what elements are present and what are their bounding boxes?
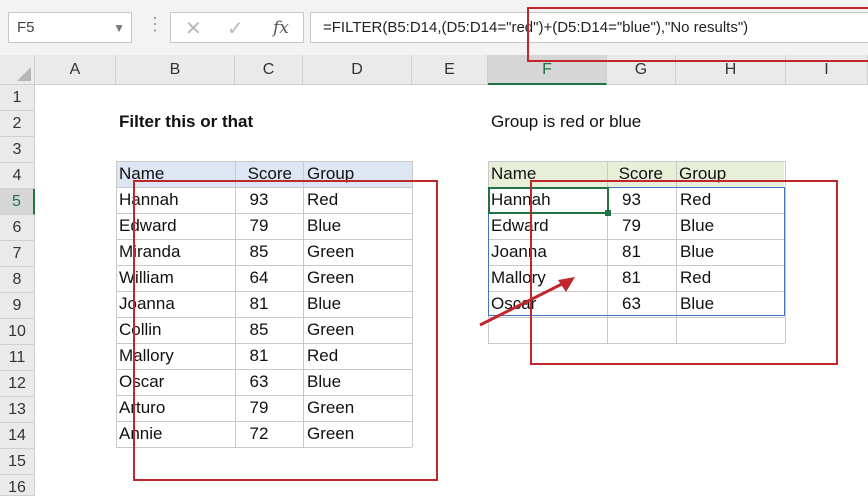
annotation-arrow-icon [479,277,575,327]
